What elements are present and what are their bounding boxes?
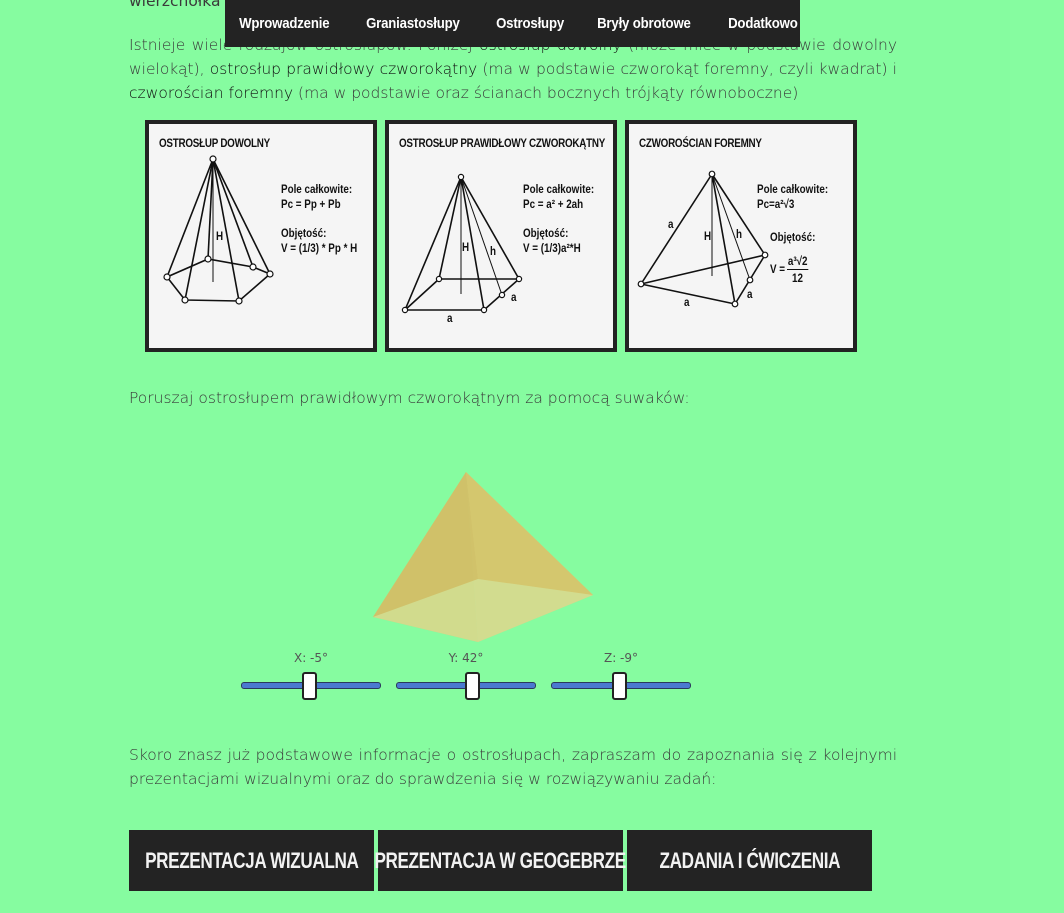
slider-z-thumb[interactable]	[612, 672, 627, 700]
card-title: OSTROSŁUP DOWOLNY	[159, 136, 270, 150]
nav-item-graniastoslupy[interactable]: Graniastosłupy	[352, 15, 474, 32]
height-label: H	[462, 240, 470, 254]
height-label: H	[216, 229, 224, 243]
slider-y: Y: 42°	[396, 651, 536, 700]
pyramid-face-back-right	[466, 472, 593, 595]
slider-z-label: Z: -9°	[603, 651, 639, 665]
slider-y-label: Y: 42°	[448, 651, 484, 665]
edge-label: a	[747, 287, 753, 301]
slider-y-thumb[interactable]	[465, 672, 480, 700]
slant-height-label: h	[736, 227, 743, 241]
nav-item-dodatkowo[interactable]: Dodatkowo	[714, 15, 812, 32]
card-title: OSTROSŁUP PRAWIDŁOWY CZWOROKĄTNY	[399, 136, 606, 150]
card-ostroslup-prawidlowy: OSTROSŁUP PRAWIDŁOWY CZWOROKĄTNY H h a a…	[385, 120, 617, 352]
card-title: CZWOROŚCIAN FOREMNY	[639, 136, 762, 150]
volume-numerator: a³√2	[787, 254, 809, 270]
prezentacja-geogebra-button[interactable]: PREZENTACJA W GEOGEBRZE	[375, 830, 627, 891]
edge-label: a	[447, 311, 453, 325]
edge-label: a	[668, 217, 674, 231]
prezentacja-wizualna-button[interactable]: PREZENTACJA WIZUALNA	[129, 830, 374, 891]
card-ostroslup-dowolny: OSTROSŁUP DOWOLNY H Pole całkowite: Pc = …	[145, 120, 377, 352]
nav-item-ostroslupy[interactable]: Ostrosłupy	[482, 15, 578, 32]
term-ostroslup-prawidlowy: ostrosłup prawidłowy czworokątny	[209, 60, 478, 78]
formula-block: Pole całkowite: Pc = a² + 2ah Objętość: V …	[523, 182, 595, 255]
slant-height-label: h	[490, 244, 497, 258]
pyramid-3d-view[interactable]	[360, 465, 610, 650]
outro-paragraph: Skoro znasz już podstawowe informacje o …	[129, 746, 897, 788]
zadania-cwiczenia-button[interactable]: ZADANIA I ĆWICZENIA	[627, 830, 872, 891]
main-navigation: Wprowadzenie Graniastosłupy Ostrosłupy B…	[225, 0, 800, 47]
slider-z: Z: -9°	[551, 651, 691, 700]
slider-instructions: Poruszaj ostrosłupem prawidłowym czworok…	[129, 389, 690, 407]
formula-block: Pole całkowite: Pc=a²√3	[757, 182, 829, 211]
formula-block: Pole całkowite: Pc = Pp + Pb Objętość: V =…	[281, 182, 358, 255]
term-czworoscian: czworościan foremny	[129, 84, 294, 102]
height-label: H	[704, 229, 712, 243]
volume-denominator: 12	[792, 271, 803, 285]
slider-x-thumb[interactable]	[302, 672, 317, 700]
nav-item-bryly-obrotowe[interactable]: Bryły obrotowe	[583, 15, 705, 32]
volume-label: Objętość:	[770, 230, 816, 244]
nav-item-wprowadzenie[interactable]: Wprowadzenie	[225, 15, 343, 32]
edge-label: a	[511, 290, 517, 304]
volume-v: V =	[770, 262, 786, 276]
slider-x-label: X: -5°	[293, 651, 329, 665]
edge-label: a	[684, 295, 690, 309]
card-czworoscian-foremny: CZWOROŚCIAN FOREMNY H h a a a Pole całko…	[625, 120, 857, 352]
slider-x: X: -5°	[241, 651, 381, 700]
